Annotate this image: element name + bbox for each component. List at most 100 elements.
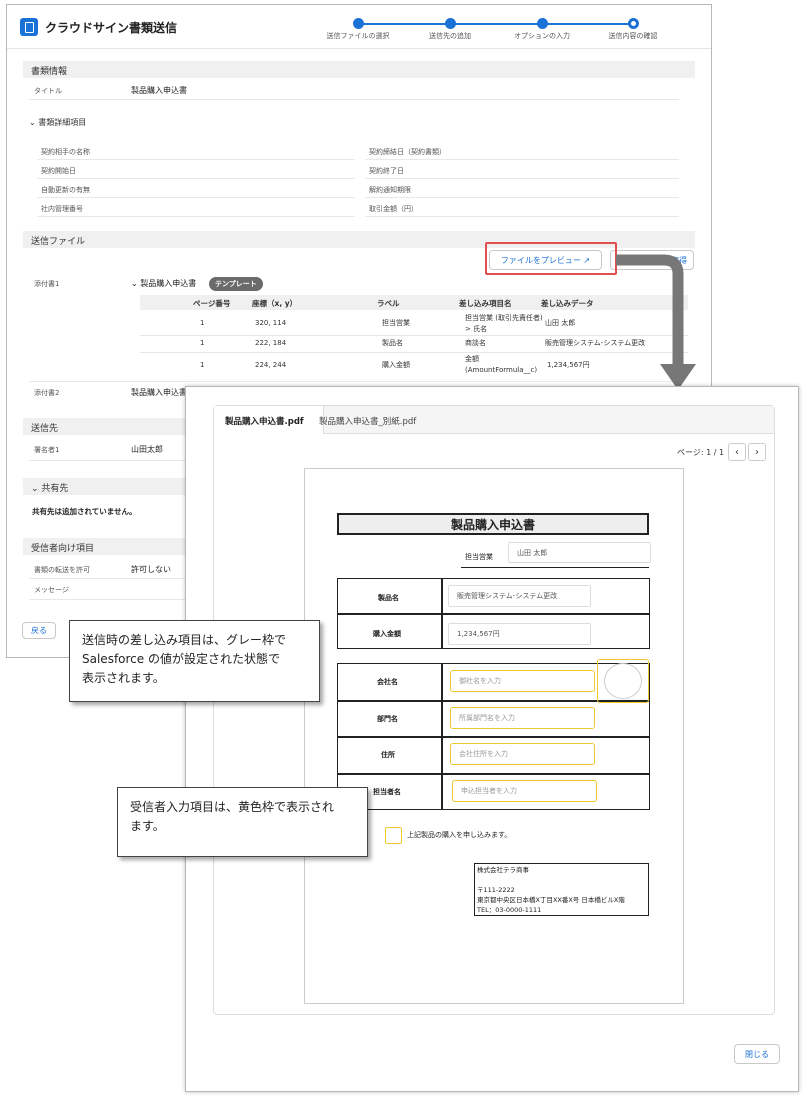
attachment-1-label: 添付書1 — [34, 280, 60, 288]
signer-name: 山田太郎 — [131, 445, 163, 454]
preview-modal: 製品購入申込書.pdf 製品購入申込書_別紙.pdf ページ: 1 / 1 ‹ … — [185, 386, 799, 1092]
template-badge: テンプレート — [209, 277, 263, 291]
vendor-line: 株式会社テラ商事 — [477, 866, 529, 874]
next-page-button[interactable]: › — [748, 443, 766, 461]
cc-section-label: 共有先 — [41, 484, 69, 494]
callout-line: 表示されます。 — [82, 671, 165, 685]
details-toggle[interactable]: ⌄ 書類詳細項目 — [29, 117, 86, 128]
pdf-sales-label: 担当営業 — [465, 553, 493, 561]
divider — [29, 99, 679, 100]
field-right-1: 契約締結日（契約書類） — [369, 148, 446, 156]
file-tabs: 製品購入申込書.pdf 製品購入申込書_別紙.pdf — [214, 406, 774, 434]
step-2-label: 送信先の追加 — [429, 32, 471, 40]
pdf-product-label: 製品名 — [378, 594, 399, 602]
page-indicator: ページ: 1 / 1 — [677, 448, 725, 457]
step-1-label: 送信ファイルの選択 — [326, 32, 390, 40]
stamp-circle-icon — [604, 663, 642, 699]
vendor-line: TEL：03-0000-1111 — [477, 906, 542, 914]
divider — [37, 159, 355, 160]
divider — [37, 178, 355, 179]
attachment-1-toggle[interactable]: ⌄ 製品購入申込書 — [131, 278, 196, 289]
divider — [140, 335, 688, 336]
yellow-field-callout: 受信者入力項目は、黄色枠で表示され ます。 — [117, 787, 368, 857]
pdf-title: 製品購入申込書 — [337, 513, 649, 535]
chevron-down-icon: ⌄ — [131, 279, 138, 288]
title-value: 製品購入申込書 — [131, 86, 187, 95]
arrow-icon — [616, 254, 696, 390]
step-3-check-icon — [537, 18, 548, 29]
callout-line: 受信者入力項目は、黄色枠で表示され — [130, 800, 335, 814]
message-label: メッセージ — [34, 586, 69, 594]
divider — [140, 352, 688, 353]
step-1-check-icon — [353, 18, 364, 29]
table-cell: 担当営業 — [382, 319, 410, 327]
pdf-amount-field: 1,234,567円 — [448, 623, 591, 645]
attachment-2-name: 製品購入申込書 — [131, 388, 187, 397]
chevron-down-icon: ⌄ — [31, 484, 39, 494]
pdf-address-input[interactable]: 会社住所を入力 — [450, 743, 595, 765]
table-cell: 1 — [200, 319, 205, 327]
forward-label: 書類の転送を許可 — [34, 566, 90, 574]
cc-empty-text: 共有先は追加されていません。 — [32, 507, 137, 516]
chevron-right-icon: › — [755, 446, 759, 458]
signer-label: 署名者1 — [34, 446, 60, 454]
callout-line: ます。 — [130, 819, 165, 833]
divider — [441, 663, 443, 810]
divider — [365, 178, 679, 179]
pdf-sales-field: 山田 太郎 — [508, 542, 651, 563]
pdf-dept-label: 部門名 — [377, 715, 398, 723]
attachment-2-label: 添付書2 — [34, 389, 60, 397]
pdf-company-input[interactable]: 御社名を入力 — [450, 670, 595, 692]
divider — [337, 736, 650, 738]
callout-line: Salesforce の値が設定された状態で — [82, 652, 280, 666]
step-4-current-icon — [628, 18, 639, 29]
table-cell: 1 — [200, 361, 205, 369]
forward-value: 許可しない — [131, 565, 171, 574]
field-left-1: 契約相手の名称 — [41, 148, 90, 156]
table-cell: 金額 (AmountFormula__c) — [465, 355, 538, 374]
col-page: ページ番号 — [193, 299, 231, 308]
divider — [365, 216, 679, 217]
step-3-label: オプションの入力 — [514, 32, 570, 40]
step-2-check-icon — [445, 18, 456, 29]
divider — [461, 567, 649, 568]
preview-highlight — [485, 242, 617, 275]
document-sign-icon — [20, 18, 38, 36]
divider — [365, 159, 679, 160]
field-right-4: 取引金額（円） — [369, 205, 418, 213]
chevron-left-icon: ‹ — [735, 446, 739, 458]
close-button[interactable]: 閉じる — [734, 1044, 780, 1064]
table-cell: 製品名 — [382, 339, 403, 347]
pdf-company-label: 会社名 — [377, 678, 398, 686]
back-button[interactable]: 戻る — [22, 622, 56, 639]
pdf-agree-text: 上記製品の購入を申し込みます。 — [407, 831, 512, 839]
callout-line: 送信時の差し込み項目は、グレー枠で — [82, 633, 287, 647]
divider — [29, 381, 679, 382]
pdf-person-input[interactable]: 申込担当者を入力 — [452, 780, 597, 802]
field-left-4: 社内管理番号 — [41, 205, 83, 213]
step-4-label: 送信内容の確認 — [608, 32, 658, 40]
divider — [337, 613, 650, 615]
prev-page-button[interactable]: ‹ — [728, 443, 746, 461]
doc-info-section: 書類情報 — [23, 61, 695, 78]
table-cell: 山田 太郎 — [545, 319, 576, 327]
attachment-1-name: 製品購入申込書 — [140, 279, 197, 288]
header: クラウドサイン書類送信 送信ファイルの選択 送信先の追加 オプションの入力 送信… — [7, 5, 711, 49]
title-label: タイトル — [34, 87, 62, 95]
divider — [441, 578, 443, 649]
pdf-product-field: 販売管理システム-システム更改 — [448, 585, 591, 607]
col-label: ラベル — [377, 299, 400, 308]
table-cell: 1 — [200, 339, 205, 347]
divider — [337, 773, 650, 775]
table-cell: 担当営業 (取引先責任者) > 氏名 — [465, 314, 543, 333]
tab-main-pdf[interactable]: 製品購入申込書.pdf — [225, 415, 304, 427]
field-left-2: 契約開始日 — [41, 167, 76, 175]
field-right-2: 契約終了日 — [369, 167, 404, 175]
pdf-agree-checkbox[interactable] — [385, 827, 402, 844]
tab-attachment-pdf[interactable]: 製品購入申込書_別紙.pdf — [319, 415, 416, 427]
pdf-dept-input[interactable]: 所属部門名を入力 — [450, 707, 595, 729]
app-title: クラウドサイン書類送信 — [45, 21, 178, 35]
gray-field-callout: 送信時の差し込み項目は、グレー枠で Salesforce の値が設定された状態で… — [69, 620, 320, 702]
col-data: 差し込みデータ — [541, 299, 594, 308]
field-left-3: 自動更新の有無 — [41, 186, 90, 194]
